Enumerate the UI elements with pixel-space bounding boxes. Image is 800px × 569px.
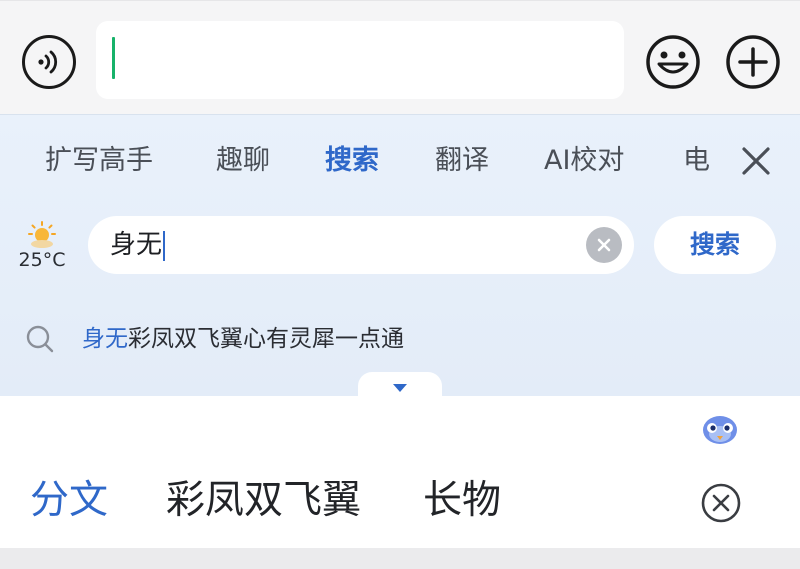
weather-widget[interactable]: 25°C — [12, 217, 72, 277]
search-input-value: 身无 — [110, 230, 163, 260]
circle-close-icon — [701, 483, 741, 523]
chevron-down-icon — [393, 384, 407, 392]
assistant-tabs: 扩写高手 趣聊 搜索 翻译 AI校对 电 — [0, 141, 730, 181]
candidate-item-1[interactable]: 分文 — [30, 476, 108, 526]
mascot-button[interactable] — [700, 410, 740, 446]
expand-handle[interactable] — [358, 372, 442, 404]
search-input[interactable]: 身无 — [88, 216, 634, 274]
plus-icon — [726, 35, 780, 89]
search-icon — [26, 325, 54, 353]
suggestion-text: 身无彩凤双飞翼心有灵犀一点通 — [82, 319, 404, 359]
clear-search-button[interactable] — [586, 227, 622, 263]
screen: 扩写高手 趣聊 搜索 翻译 AI校对 电 25°C 身无 搜索 身无彩凤双飞翼心… — [0, 0, 800, 569]
candidate-item-2[interactable]: 彩凤双飞翼 — [166, 476, 361, 526]
candidate-item-3[interactable]: 长物 — [423, 476, 501, 526]
mascot-icon — [703, 416, 737, 444]
sun-cloud-icon — [28, 221, 56, 248]
close-panel-button[interactable] — [738, 143, 774, 179]
close-icon — [742, 147, 770, 175]
clear-icon — [597, 238, 611, 252]
emoji-button[interactable] — [644, 33, 702, 91]
tab-expand-writing[interactable]: 扩写高手 — [45, 141, 153, 181]
tab-ai-proofread[interactable]: AI校对 — [544, 141, 624, 181]
suggestion-highlight: 身无 — [82, 326, 128, 352]
voice-icon — [38, 50, 58, 74]
composer-bar — [0, 0, 800, 114]
assistant-panel: 扩写高手 趣聊 搜索 翻译 AI校对 电 25°C 身无 搜索 身无彩凤双飞翼心… — [0, 114, 800, 396]
tab-more[interactable]: 电 — [683, 141, 710, 181]
tab-translate[interactable]: 翻译 — [435, 141, 489, 181]
search-input-value-wrap: 身无 — [110, 226, 166, 264]
temperature-label: 25°C — [18, 249, 66, 271]
text-caret — [112, 37, 115, 79]
voice-button[interactable] — [22, 35, 76, 89]
add-button[interactable] — [724, 33, 782, 91]
clear-candidates-button[interactable] — [700, 482, 742, 524]
smiley-icon — [646, 35, 700, 89]
message-input[interactable] — [96, 21, 624, 99]
tab-fun-chat[interactable]: 趣聊 — [216, 141, 270, 181]
search-button[interactable]: 搜索 — [654, 216, 776, 274]
search-caret — [163, 230, 166, 261]
keyboard-area-edge — [0, 548, 800, 569]
tab-search[interactable]: 搜索 — [325, 141, 379, 181]
suggestion-rest: 彩凤双飞翼心有灵犀一点通 — [128, 326, 404, 352]
candidate-bar: 分文 彩凤双飞翼 长物 — [0, 372, 800, 548]
